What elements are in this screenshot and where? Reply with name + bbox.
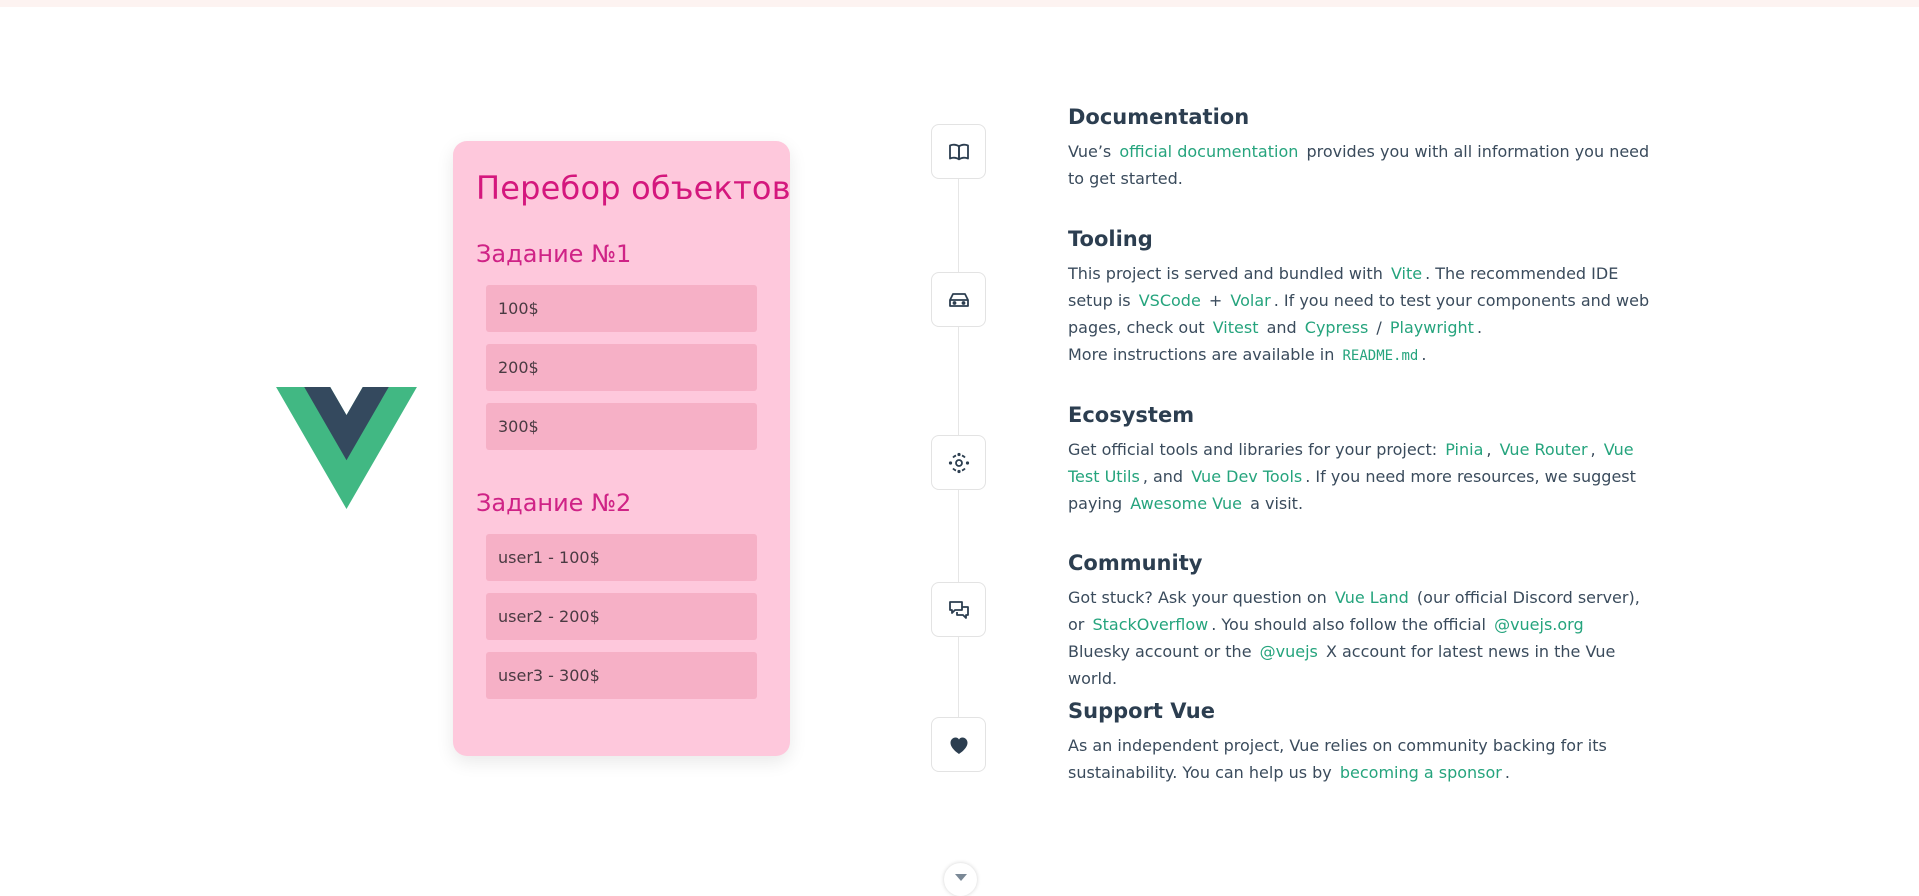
item-text: Get official tools and libraries for you… <box>1068 440 1636 513</box>
cypress-link[interactable]: Cypress <box>1302 318 1372 337</box>
chevron-down-icon <box>954 874 967 881</box>
item-text: As an independent project, Vue relies on… <box>1068 736 1607 782</box>
task2-list: user1 - 100$ user2 - 200$ user3 - 300$ <box>486 534 757 711</box>
list-item: user3 - 300$ <box>486 652 757 699</box>
tooling-icon <box>948 292 969 307</box>
vscode-link[interactable]: VSCode <box>1136 291 1204 310</box>
book-icon <box>948 143 969 160</box>
list-item: user1 - 100$ <box>486 534 757 581</box>
item-tooling: Tooling This project is served and bundl… <box>1068 226 1653 370</box>
card-title: Перебор объектов <box>476 169 791 207</box>
bluesky-link[interactable]: @vuejs.org <box>1491 615 1587 634</box>
vue-router-link[interactable]: Vue Router <box>1497 440 1591 459</box>
pinia-link[interactable]: Pinia <box>1442 440 1486 459</box>
icon-box-ecosystem <box>931 435 986 490</box>
item-title: Ecosystem <box>1068 403 1195 427</box>
list-item: 300$ <box>486 403 757 450</box>
task1-list: 100$ 200$ 300$ <box>486 285 757 462</box>
icon-box-tooling <box>931 272 986 327</box>
volar-link[interactable]: Volar <box>1227 291 1273 310</box>
x-link[interactable]: @vuejs <box>1257 642 1321 661</box>
playwright-link[interactable]: Playwright <box>1387 318 1477 337</box>
item-text: Got stuck? Ask your question on Vue Land… <box>1068 588 1640 688</box>
awesome-vue-link[interactable]: Awesome Vue <box>1127 494 1245 513</box>
item-text: This project is served and bundled with … <box>1068 264 1650 364</box>
item-title: Community <box>1068 551 1203 575</box>
vue-logo <box>276 387 417 509</box>
vue-dev-tools-link[interactable]: Vue Dev Tools <box>1188 467 1305 486</box>
list-item: 200$ <box>486 344 757 391</box>
item-documentation: Documentation Vue’s official documentati… <box>1068 104 1653 192</box>
scroll-down-button[interactable] <box>944 863 977 896</box>
list-item: user2 - 200$ <box>486 593 757 640</box>
official-docs-link[interactable]: official documentation <box>1116 142 1301 161</box>
vitest-link[interactable]: Vitest <box>1210 318 1262 337</box>
sponsor-link[interactable]: becoming a sponsor <box>1337 763 1505 782</box>
list-item: 100$ <box>486 285 757 332</box>
community-icon <box>948 600 969 619</box>
heart-icon <box>950 737 967 754</box>
item-community: Community Got stuck? Ask your question o… <box>1068 550 1653 692</box>
vue-land-link[interactable]: Vue Land <box>1332 588 1412 607</box>
icon-box-community <box>931 582 986 637</box>
vite-link[interactable]: Vite <box>1388 264 1425 283</box>
item-support: Support Vue As an independent project, V… <box>1068 698 1653 786</box>
icon-box-support <box>931 717 986 772</box>
item-title: Tooling <box>1068 227 1153 251</box>
readme-link[interactable]: README.md <box>1339 348 1421 364</box>
task2-title: Задание №2 <box>476 489 632 517</box>
top-strip <box>0 0 1919 7</box>
item-title: Documentation <box>1068 105 1250 129</box>
icon-box-documentation <box>931 124 986 179</box>
item-ecosystem: Ecosystem Get official tools and librari… <box>1068 402 1653 517</box>
stackoverflow-link[interactable]: StackOverflow <box>1089 615 1211 634</box>
item-text: Vue’s official documentation provides yo… <box>1068 142 1650 188</box>
objects-card: Перебор объектов Задание №1 100$ 200$ 30… <box>453 141 791 756</box>
task1-title: Задание №1 <box>476 240 632 268</box>
item-title: Support Vue <box>1068 699 1215 723</box>
ecosystem-icon <box>948 452 969 473</box>
